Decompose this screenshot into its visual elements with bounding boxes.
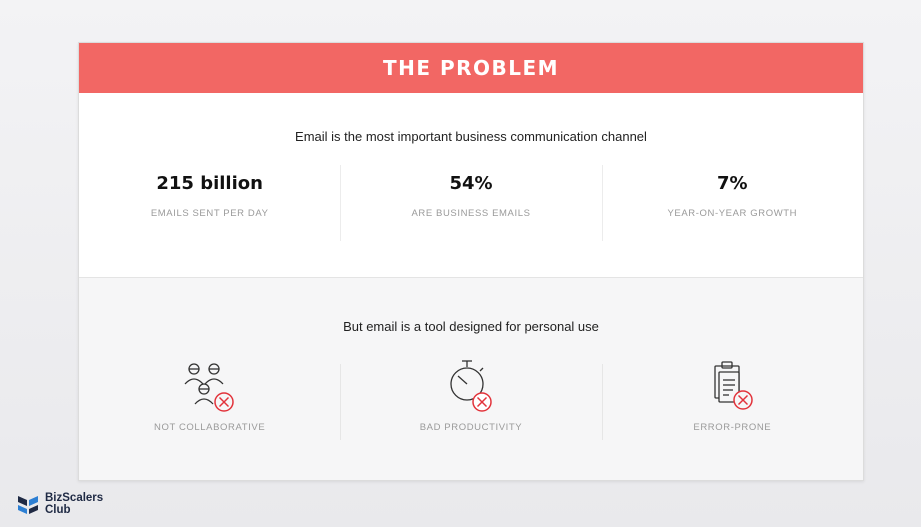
stopwatch-x-icon [450, 360, 492, 412]
stat-label: ARE BUSINESS EMAILS [411, 208, 531, 219]
stats-section: Email is the most important business com… [79, 93, 863, 277]
problem-label: ERROR-PRONE [693, 422, 772, 433]
stat-label: EMAILS SENT PER DAY [150, 208, 269, 219]
problem-item: NOT COLLABORATIVE [79, 363, 340, 440]
problem-item: ERROR-PRONE [601, 361, 863, 440]
problems-row: NOT COLLABORATIVE BAD PRODUCTIVITY ERROR… [79, 360, 863, 440]
clipboard-x-icon [714, 361, 754, 410]
slide-header: THE PROBLEM [79, 43, 863, 93]
slide-title: THE PROBLEM [382, 56, 560, 80]
stat-value: 215 billion [156, 173, 263, 194]
problems-subtitle: But email is a tool designed for persona… [343, 319, 599, 334]
bizscalers-logo-icon [18, 496, 38, 514]
bizscalers-logo: BizScalers Club [17, 492, 103, 516]
stat-item: 215 billion EMAILS SENT PER DAY [79, 165, 340, 241]
logo-line1: BizScalers [45, 492, 104, 504]
problems-section: But email is a tool designed for persona… [79, 277, 863, 480]
stat-item: 54% ARE BUSINESS EMAILS [340, 165, 601, 241]
problem-item: BAD PRODUCTIVITY [340, 360, 601, 440]
slide-card: THE PROBLEM Email is the most important … [78, 42, 864, 481]
stat-label: YEAR-ON-YEAR GROWTH [667, 208, 798, 219]
people-x-icon [184, 363, 234, 412]
stats-subtitle: Email is the most important business com… [295, 129, 647, 144]
stat-value: 7% [717, 173, 748, 194]
logo-line2: Club [45, 504, 71, 516]
logo-text: BizScalers Club [45, 492, 103, 516]
stat-item: 7% YEAR-ON-YEAR GROWTH [601, 165, 863, 241]
problem-label: NOT COLLABORATIVE [154, 422, 266, 433]
stats-row: 215 billion EMAILS SENT PER DAY 54% ARE … [79, 165, 863, 241]
problem-label: BAD PRODUCTIVITY [419, 422, 523, 433]
stat-value: 54% [449, 173, 493, 194]
